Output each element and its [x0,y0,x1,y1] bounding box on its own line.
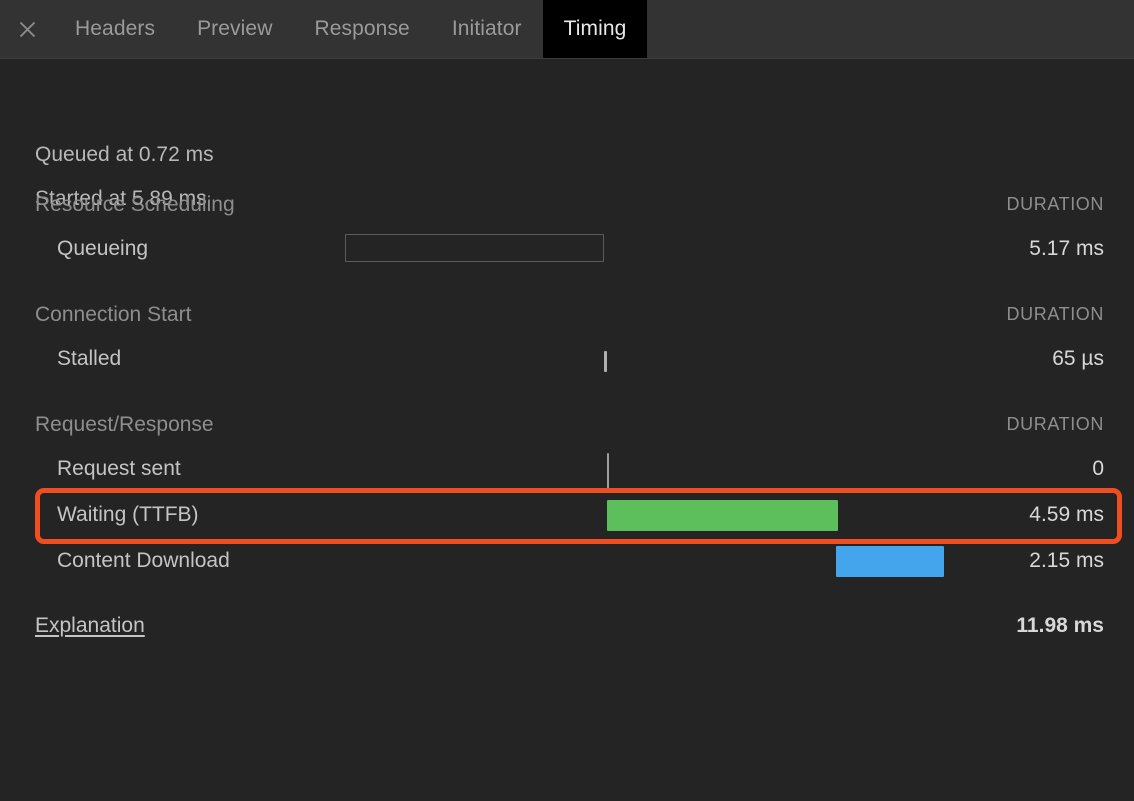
group-header-request-response: Request/Response DURATION [0,413,1134,447]
group-header-connection-start: Connection Start DURATION [0,303,1134,337]
group-title: Connection Start [35,303,191,327]
tab-headers[interactable]: Headers [54,0,176,58]
group-title: Request/Response [35,413,214,437]
timing-row-stalled[interactable]: Stalled 65 µs [0,347,1134,381]
tab-preview-label: Preview [197,17,272,41]
bar-content-download [836,546,944,577]
tab-initiator[interactable]: Initiator [431,0,543,58]
timing-row-content-download[interactable]: Content Download 2.15 ms [0,549,1134,583]
devtools-tabbar: Headers Preview Response Initiator Timin… [0,0,1134,59]
row-label: Content Download [57,549,230,573]
timing-row-queueing[interactable]: Queueing 5.17 ms [0,237,1134,271]
timing-panel: Queued at 0.72 ms Started at 5.89 ms Res… [0,59,1134,801]
row-label: Waiting (TTFB) [57,503,199,527]
tab-timing-label: Timing [564,17,627,41]
row-label: Request sent [57,457,181,481]
duration-column-header: DURATION [1007,304,1104,325]
tab-response[interactable]: Response [293,0,430,58]
row-duration: 65 µs [1052,347,1104,371]
group-title: Resource Scheduling [35,193,235,217]
timing-row-waiting-ttfb[interactable]: Waiting (TTFB) 4.59 ms [0,503,1134,537]
tab-initiator-label: Initiator [452,17,522,41]
duration-column-header: DURATION [1007,414,1104,435]
tab-timing[interactable]: Timing [543,0,648,58]
row-label: Stalled [57,347,121,371]
tab-preview[interactable]: Preview [176,0,293,58]
close-icon [19,21,36,38]
timing-row-request-sent[interactable]: Request sent 0 [0,457,1134,491]
row-duration: 5.17 ms [1029,237,1104,261]
row-label: Queueing [57,237,148,261]
row-duration: 4.59 ms [1029,503,1104,527]
close-button[interactable] [0,0,54,58]
bar-queueing [345,234,604,262]
tab-headers-label: Headers [75,17,155,41]
bar-stalled [604,351,607,372]
row-duration: 2.15 ms [1029,549,1104,573]
total-duration: 11.98 ms [1016,614,1104,638]
duration-column-header: DURATION [1007,194,1104,215]
group-header-resource-scheduling: Resource Scheduling DURATION [0,193,1134,227]
row-duration: 0 [1092,457,1104,481]
bar-request-sent [607,453,609,490]
queued-at-text: Queued at 0.72 ms [35,143,214,167]
tab-response-label: Response [314,17,409,41]
bar-waiting-ttfb [607,500,838,531]
explanation-link[interactable]: Explanation [35,614,145,638]
